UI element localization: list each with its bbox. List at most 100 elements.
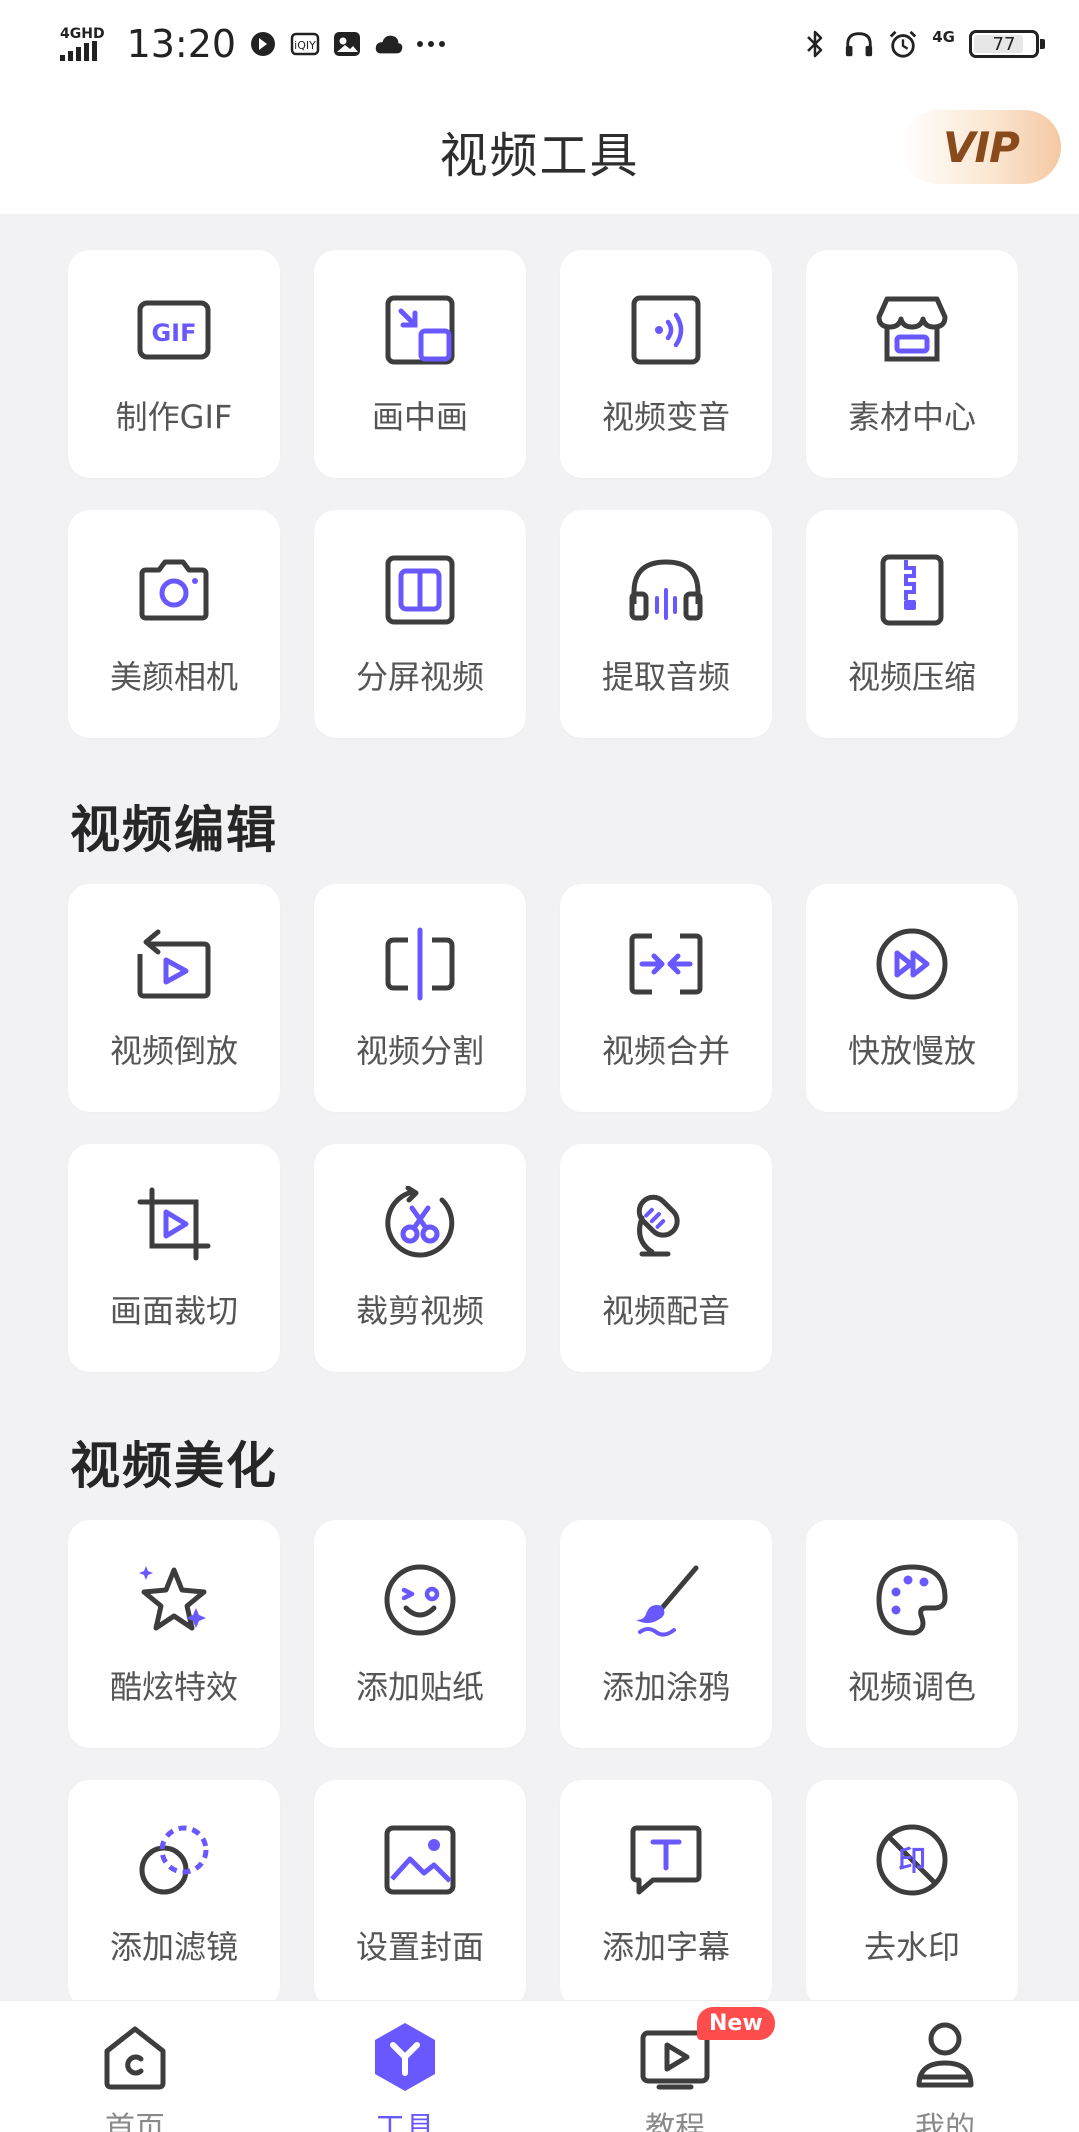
tool-split-screen[interactable]: 分屏视频 (314, 510, 526, 738)
palette-icon (874, 1562, 950, 1638)
tool-label: 设置封面 (355, 1928, 484, 1966)
nav-label: 我的 (915, 2111, 975, 2132)
svg-text:印: 印 (898, 1844, 926, 1877)
tool-label: 素材中心 (847, 398, 976, 436)
tool-label: 视频合并 (601, 1032, 730, 1070)
tool-label: 视频分割 (355, 1032, 484, 1070)
dnd-icon (248, 29, 278, 59)
vip-button[interactable]: VIP (901, 110, 1061, 184)
tool-effects[interactable]: 酷炫特效 (68, 1520, 280, 1748)
tool-label: 去水印 (863, 1928, 960, 1966)
tool-label: 添加字幕 (601, 1928, 730, 1966)
nav-label: 教程 (645, 2111, 705, 2132)
nav-label: 工具 (375, 2111, 435, 2132)
tool-doodle[interactable]: 添加涂鸦 (560, 1520, 772, 1748)
crop-icon (136, 1186, 212, 1262)
headphones-icon (844, 29, 874, 59)
tool-sticker[interactable]: 添加贴纸 (314, 1520, 526, 1748)
store-icon (874, 292, 950, 368)
tool-material-center[interactable]: 素材中心 (806, 250, 1018, 478)
split-icon (382, 926, 458, 1002)
status-bar: 4GHD 13:20 iQIY 4G 77 (0, 0, 1079, 88)
tool-label: 裁剪视频 (355, 1292, 484, 1330)
gif-icon: GIF (136, 292, 212, 368)
svg-text:iQIY: iQIY (294, 39, 316, 52)
header: 视频工具 VIP (0, 88, 1079, 214)
network-type-right: 4G (932, 28, 955, 46)
tool-video-merge[interactable]: 视频合并 (560, 884, 772, 1112)
picture-in-picture-icon (382, 292, 458, 368)
tool-video-compress[interactable]: 视频压缩 (806, 510, 1018, 738)
tool-label: 添加贴纸 (355, 1668, 484, 1706)
nav-label: 首页 (105, 2111, 165, 2132)
fast-forward-icon (874, 926, 950, 1002)
status-time: 13:20 (126, 22, 237, 66)
tool-extract-audio[interactable]: 提取音频 (560, 510, 772, 738)
tool-label: 添加涂鸦 (601, 1668, 730, 1706)
tool-speed[interactable]: 快放慢放 (806, 884, 1018, 1112)
new-badge: New (697, 2007, 775, 2040)
tool-label: 添加滤镜 (109, 1928, 238, 1966)
tool-color-grade[interactable]: 视频调色 (806, 1520, 1018, 1748)
filter-icon (136, 1822, 212, 1898)
nav-tools[interactable]: 工具 (335, 2021, 475, 2132)
image-icon (382, 1822, 458, 1898)
tool-video-reverse[interactable]: 视频倒放 (68, 884, 280, 1112)
tool-label: 视频配音 (601, 1292, 730, 1330)
tool-label: 提取音频 (601, 658, 730, 696)
profile-icon (909, 2021, 981, 2093)
voice-change-icon (628, 292, 704, 368)
tool-label: 分屏视频 (355, 658, 484, 696)
tool-label: 快放慢放 (847, 1032, 976, 1070)
split-screen-icon (382, 552, 458, 628)
microphone-icon (628, 1186, 704, 1262)
bluetooth-icon (800, 29, 830, 59)
tool-beauty-camera[interactable]: 美颜相机 (68, 510, 280, 738)
tool-label: 酷炫特效 (109, 1668, 238, 1706)
sticker-face-icon (382, 1562, 458, 1638)
vip-label: VIP (943, 122, 1020, 172)
headphones-icon (628, 552, 704, 628)
signal-icon: 4GHD (60, 27, 105, 61)
tool-subtitle[interactable]: 添加字幕 (560, 1780, 772, 2008)
home-icon (99, 2021, 171, 2093)
nav-home[interactable]: 首页 (65, 2021, 205, 2132)
brush-icon (628, 1562, 704, 1638)
scissors-icon (382, 1186, 458, 1262)
reverse-play-icon (136, 926, 212, 1002)
more-dots-icon (416, 29, 446, 59)
merge-icon (628, 926, 704, 1002)
tool-filter[interactable]: 添加滤镜 (68, 1780, 280, 2008)
watermark-icon: 印 (874, 1822, 950, 1898)
nav-tutorial[interactable]: New 教程 (605, 2007, 775, 2132)
tool-label: 画中画 (371, 398, 468, 436)
battery-icon: 77 (969, 30, 1045, 58)
alarm-icon (888, 29, 918, 59)
tool-trim[interactable]: 裁剪视频 (314, 1144, 526, 1372)
tool-label: 视频倒放 (109, 1032, 238, 1070)
battery-level: 77 (992, 33, 1016, 55)
nav-profile[interactable]: 我的 (875, 2021, 1015, 2132)
tool-remove-watermark[interactable]: 印 去水印 (806, 1780, 1018, 2008)
network-type: 4GHD (60, 26, 105, 42)
tool-label: 画面裁切 (109, 1292, 238, 1330)
bottom-nav: 首页 工具 New 教程 我的 (0, 2000, 1079, 2132)
iqiyi-icon: iQIY (290, 29, 320, 59)
tool-label: 视频压缩 (847, 658, 976, 696)
tool-dubbing[interactable]: 视频配音 (560, 1144, 772, 1372)
subtitle-icon (628, 1822, 704, 1898)
tool-make-gif[interactable]: GIF 制作GIF (68, 250, 280, 478)
tool-label: 视频变音 (601, 398, 730, 436)
tool-video-split[interactable]: 视频分割 (314, 884, 526, 1112)
tools-icon (369, 2021, 441, 2093)
tool-cover[interactable]: 设置封面 (314, 1780, 526, 2008)
tool-voice-change[interactable]: 视频变音 (560, 250, 772, 478)
section-title-edit: 视频编辑 (70, 801, 278, 859)
tool-crop[interactable]: 画面裁切 (68, 1144, 280, 1372)
star-sparkle-icon (136, 1562, 212, 1638)
tool-label: 美颜相机 (109, 658, 238, 696)
gallery-icon (332, 29, 362, 59)
section-title-beautify: 视频美化 (70, 1437, 278, 1495)
svg-text:GIF: GIF (151, 319, 196, 347)
tool-picture-in-picture[interactable]: 画中画 (314, 250, 526, 478)
